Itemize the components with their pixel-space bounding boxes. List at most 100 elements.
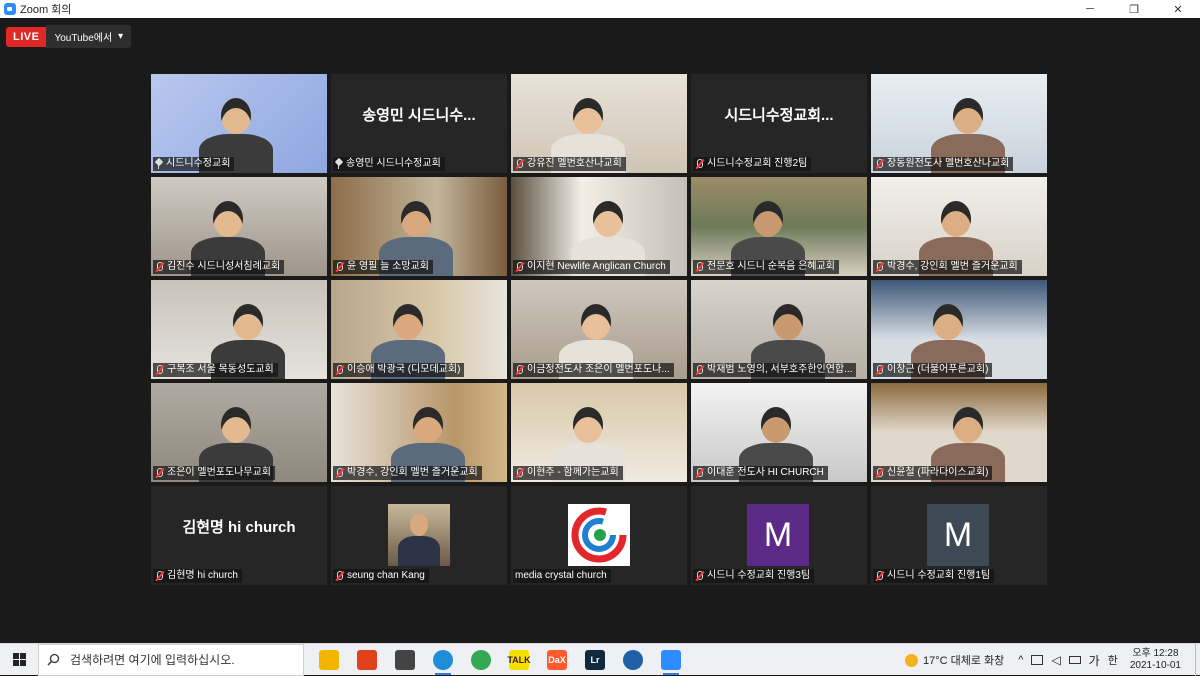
participant-tile[interactable]: media crystal church xyxy=(511,486,687,585)
participant-tile[interactable]: 장동원전도사 멜번호산나교회 xyxy=(871,74,1047,173)
mic-muted-icon xyxy=(335,571,344,581)
taskbar-app-office[interactable] xyxy=(348,644,386,676)
participant-display-name: 시드니수정교회... xyxy=(724,106,834,124)
participant-name: 장동원전도사 멜번호산나교회 xyxy=(887,158,1010,169)
participant-name: 신윤철 (파라다이스교회) xyxy=(887,467,989,478)
participant-figure xyxy=(581,304,611,340)
mic-muted-icon xyxy=(875,262,884,272)
participant-name: 이현주 - 함께가는교회 xyxy=(527,467,619,478)
participant-profile-photo xyxy=(388,504,450,566)
participant-avatar: M xyxy=(927,504,989,566)
live-destination-dropdown[interactable]: YouTube에서 ▾ xyxy=(46,25,132,48)
participant-tile[interactable]: 시드니수정교회... 시드니수정교회 진행2팀 xyxy=(691,74,867,173)
participant-figure xyxy=(953,407,983,443)
participant-figure xyxy=(221,98,251,134)
participant-tile[interactable]: 박경수, 강인회 멜번 즐거운교회 xyxy=(331,383,507,482)
participant-name: seung chan Kang xyxy=(347,570,425,581)
participant-tile[interactable]: 이승애 박광국 (디모데교회) xyxy=(331,280,507,379)
network-icon[interactable] xyxy=(1031,655,1044,665)
participant-tile[interactable]: 이대훈 전도사 HI CHURCH xyxy=(691,383,867,482)
taskbar-app-file-explorer[interactable] xyxy=(310,644,348,676)
tray-expand-icon[interactable]: ^ xyxy=(1018,654,1023,666)
window-titlebar: Zoom 회의 ─ ❐ ✕ xyxy=(0,0,1200,18)
ime-mode-indicator[interactable]: 가 xyxy=(1089,652,1100,669)
mic-muted-icon xyxy=(335,468,344,478)
participant-figure xyxy=(753,201,783,237)
mic-muted-icon xyxy=(515,262,524,272)
taskbar-app-obs[interactable] xyxy=(614,644,652,676)
pin-icon xyxy=(335,159,343,169)
clock-time: 오후 12:28 xyxy=(1132,648,1179,659)
ime-language-indicator[interactable]: 한 xyxy=(1108,652,1118,668)
gallery-grid: 시드니수정교회 송영민 시드니수... 송영민 시드니수정교회 강유진 멜번호산나교회… xyxy=(151,74,1047,586)
participant-figure xyxy=(941,201,971,237)
mic-muted-icon xyxy=(875,159,884,169)
mic-muted-icon xyxy=(335,262,344,272)
participant-tile[interactable]: 시드니수정교회 xyxy=(151,74,327,173)
participant-name-label: 시드니수정교회 xyxy=(153,157,235,171)
participant-tile[interactable]: 윤 영필 늘 소망교회 xyxy=(331,177,507,276)
mic-muted-icon xyxy=(155,365,164,375)
participant-tile[interactable]: 구복조 서울 목동성도교회 xyxy=(151,280,327,379)
windows-logo-icon xyxy=(12,653,26,666)
participant-name: media crystal church xyxy=(515,570,607,581)
participant-tile[interactable]: 조은이 멜번포도나무교회 xyxy=(151,383,327,482)
weather-text: 17°C 대체로 화창 xyxy=(922,655,1005,667)
participant-tile[interactable]: 박경수, 강인회 멜번 즐거운교회 xyxy=(871,177,1047,276)
start-button[interactable] xyxy=(0,644,38,676)
participant-tile[interactable]: 송영민 시드니수... 송영민 시드니수정교회 xyxy=(331,74,507,173)
weather-widget[interactable]: 17°C 대체로 화창 xyxy=(904,652,1005,668)
live-destination-label: YouTube에서 xyxy=(54,33,113,44)
participant-tile[interactable]: 신윤철 (파라다이스교회) xyxy=(871,383,1047,482)
live-stream-indicator[interactable]: LIVE YouTube에서 ▾ xyxy=(6,25,132,48)
taskbar-app-kakaotalk[interactable]: TALK xyxy=(500,644,538,676)
taskbar-app-chrome[interactable] xyxy=(462,644,500,676)
participant-name-label: 이승애 박광국 (디모데교회) xyxy=(333,363,465,377)
participant-name-label: 장동원전도사 멜번호산나교회 xyxy=(873,157,1014,171)
participant-name: 이대훈 전도사 HI CHURCH xyxy=(707,467,824,478)
taskbar-app-zoom[interactable] xyxy=(652,644,690,676)
participant-tile[interactable]: 김현명 hi church 김현명 hi church xyxy=(151,486,327,585)
taskbar-apps: TALK DaX Lr xyxy=(310,644,690,676)
participant-figure xyxy=(398,536,440,566)
mic-muted-icon xyxy=(515,159,524,169)
participant-tile[interactable]: 전문호 시드니 순복음 은혜교회 xyxy=(691,177,867,276)
participant-tile[interactable]: M 시드니 수정교회 진행3팀 xyxy=(691,486,867,585)
taskbar-search-input[interactable]: 검색하려면 여기에 입력하십시오. xyxy=(38,643,304,676)
taskbar-app-edge[interactable] xyxy=(424,644,462,676)
participant-name-label: 이대훈 전도사 HI CHURCH xyxy=(693,466,828,480)
file-explorer-icon xyxy=(319,649,339,670)
participant-name-label: 전문호 시드니 순복음 은혜교회 xyxy=(693,260,839,274)
participant-tile[interactable]: 박재범 노영의, 서부호주한인연합... xyxy=(691,280,867,379)
participant-tile[interactable]: 강유진 멜번호산나교회 xyxy=(511,74,687,173)
search-icon xyxy=(47,653,60,666)
crystal-church-logo-icon xyxy=(571,507,627,563)
taskbar-app-daum[interactable]: DaX xyxy=(538,644,576,676)
participant-tile[interactable]: 이현주 - 함께가는교회 xyxy=(511,383,687,482)
participant-name-label: 김진수 시드니성서침례교회 xyxy=(153,260,285,274)
participant-figure xyxy=(221,407,251,443)
participant-figure xyxy=(401,201,431,237)
kakaotalk-icon: TALK xyxy=(507,649,531,670)
minimize-button[interactable]: ─ xyxy=(1068,0,1112,18)
participant-tile[interactable]: 이금정전도사 조은이 멜번포도나... xyxy=(511,280,687,379)
battery-icon[interactable] xyxy=(1068,656,1081,664)
participant-tile[interactable]: seung chan Kang xyxy=(331,486,507,585)
maximize-button[interactable]: ❐ xyxy=(1112,0,1156,18)
participant-name: 김진수 시드니성서침례교회 xyxy=(167,261,281,272)
participant-name: 이승애 박광국 (디모데교회) xyxy=(347,364,461,375)
taskbar-clock[interactable]: 오후 12:28 2021-10-01 xyxy=(1130,648,1181,672)
show-desktop-button[interactable] xyxy=(1195,644,1200,676)
taskbar-app-lightroom[interactable]: Lr xyxy=(576,644,614,676)
volume-icon[interactable]: ◁ xyxy=(1051,653,1060,667)
taskbar-app-mail[interactable] xyxy=(386,644,424,676)
participant-tile[interactable]: 김진수 시드니성서침례교회 xyxy=(151,177,327,276)
daum-icon: DaX xyxy=(547,649,567,670)
participant-name-label: 강유진 멜번호산나교회 xyxy=(513,157,626,171)
participant-tile[interactable]: 이창근 (더불어푸른교회) xyxy=(871,280,1047,379)
participant-tile[interactable]: M 시드니 수정교회 진행1팀 xyxy=(871,486,1047,585)
participant-tile[interactable]: 이지현 Newlife Anglican Church xyxy=(511,177,687,276)
participant-name-label: 구복조 서울 목동성도교회 xyxy=(153,363,278,377)
participant-name: 시드니수정교회 xyxy=(166,158,231,169)
close-button[interactable]: ✕ xyxy=(1156,0,1200,18)
